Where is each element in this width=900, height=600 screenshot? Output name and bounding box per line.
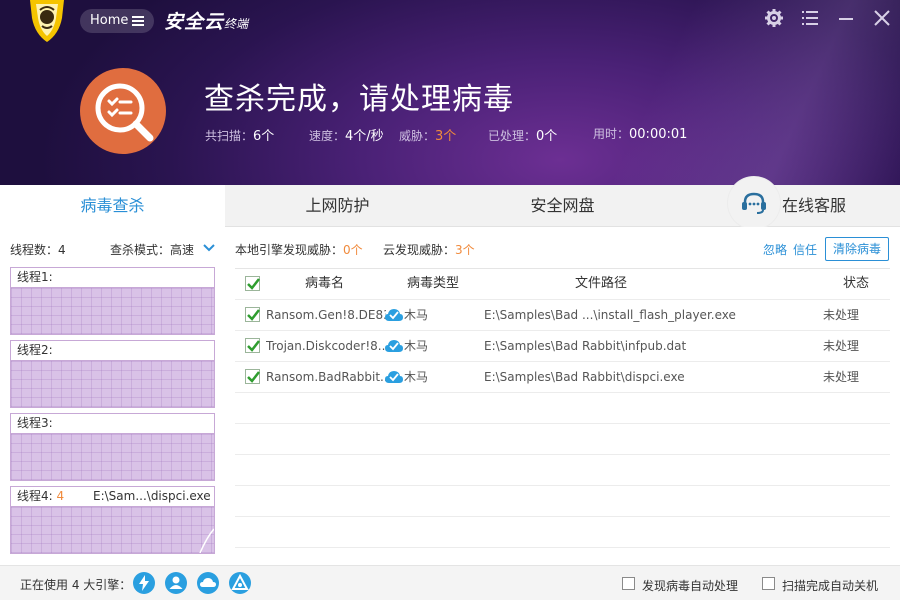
- threads-panel: 线程数：4 查杀模式：高速 线程1: 线程2: 线程3: 线程4: 4 E:\S…: [0, 227, 225, 565]
- gear-icon[interactable]: [764, 8, 786, 28]
- results-panel: 本地引擎发现威胁：0个 云发现威胁：3个 忽略 信任 清除病毒 病毒名 病毒类型…: [225, 227, 900, 565]
- stat-time: 用时：00:00:01: [593, 127, 688, 142]
- thread-graph: [11, 361, 214, 407]
- local-threat-count: 0个: [343, 243, 363, 257]
- tab-cloud-disk[interactable]: 安全网盘: [450, 185, 675, 227]
- virus-status: 未处理: [823, 308, 860, 322]
- thread-graph: [11, 507, 215, 554]
- virus-type: 木马: [404, 339, 429, 353]
- auto-handle-checkbox[interactable]: 发现病毒自动处理: [622, 577, 738, 594]
- thread-label: 线程2:: [11, 341, 214, 361]
- table-row[interactable]: Ransom.BadRabbit... 木马 E:\Samples\Bad Ra…: [235, 362, 890, 393]
- cloud-engine-icon[interactable]: [197, 572, 219, 594]
- header-banner: Home 安全云终端 查杀完成，请处理病毒 共扫描：6个 速度：4个/秒 威胁：…: [0, 0, 900, 185]
- cloud-threat-count: 3个: [455, 243, 475, 257]
- row-checkbox[interactable]: [245, 369, 260, 384]
- empty-row: [235, 393, 890, 424]
- thread-label: 线程1:: [11, 268, 214, 288]
- virus-name: Ransom.Gen!8.DE83: [266, 308, 386, 322]
- thread-count-label: 线程数：: [10, 243, 59, 257]
- thread-count: 4: [58, 243, 66, 257]
- table-row[interactable]: Trojan.Diskcoder!8... 木马 E:\Samples\Bad …: [235, 331, 890, 362]
- tab-virus-scan[interactable]: 病毒查杀: [0, 185, 225, 227]
- col-name: 病毒名: [305, 276, 345, 291]
- table-header: 病毒名 病毒类型 文件路径 状态: [235, 269, 890, 300]
- status-bar: 正在使用 4 大引擎： 发现病毒自动处理 扫描完成自动关机: [0, 565, 900, 600]
- virus-table: 病毒名 病毒类型 文件路径 状态 Ransom.Gen!8.DE83 木马 E:…: [235, 268, 890, 554]
- cloud-check-icon: [385, 371, 403, 383]
- thread-4-monitor: 线程4: 4 E:\Sam...\dispci.exe: [10, 486, 215, 554]
- virus-name: Ransom.BadRabbit...: [266, 370, 386, 384]
- chevron-down-icon[interactable]: [202, 242, 216, 254]
- thread-label: 线程3:: [11, 414, 214, 434]
- thread-2-monitor: 线程2:: [10, 340, 215, 408]
- row-checkbox[interactable]: [245, 338, 260, 353]
- user-engine-icon[interactable]: [165, 572, 187, 594]
- thread-summary: 线程数：4 查杀模式：高速: [10, 241, 220, 258]
- col-type: 病毒类型: [407, 276, 460, 291]
- empty-row: [235, 455, 890, 486]
- checkbox-box: [762, 577, 775, 590]
- page-title: 查杀完成，请处理病毒: [204, 82, 514, 117]
- scan-mode-select[interactable]: 查杀模式：高速: [110, 241, 194, 258]
- cloud-check-icon: [385, 309, 403, 321]
- empty-row: [235, 486, 890, 517]
- thread-activity-line: [199, 528, 215, 554]
- stat-speed: 速度：4个/秒: [309, 129, 384, 144]
- col-status: 状态: [843, 276, 870, 291]
- virus-status: 未处理: [823, 339, 860, 353]
- threat-summary: 本地引擎发现威胁：0个 云发现威胁：3个: [235, 243, 475, 257]
- main-tabs: 病毒查杀 上网防护 安全网盘 在线客服: [0, 177, 900, 229]
- col-path: 文件路径: [575, 276, 628, 291]
- menu-icon[interactable]: [800, 8, 822, 28]
- thread-label: 线程4:: [17, 489, 53, 503]
- virus-name: Trojan.Diskcoder!8...: [266, 339, 386, 353]
- scan-result-icon: [80, 68, 166, 154]
- triangle-engine-icon[interactable]: [229, 572, 251, 594]
- clean-virus-button[interactable]: 清除病毒: [825, 237, 889, 261]
- minimize-icon[interactable]: [836, 8, 858, 28]
- table-row[interactable]: Ransom.Gen!8.DE83 木马 E:\Samples\Bad ...\…: [235, 300, 890, 331]
- lion-logo-icon: [30, 0, 64, 42]
- close-icon[interactable]: [872, 8, 894, 28]
- cloud-check-icon: [385, 340, 403, 352]
- empty-row: [235, 517, 890, 548]
- thread-graph: [11, 434, 214, 480]
- headset-icon[interactable]: [728, 177, 780, 229]
- thread-file-count: 4: [56, 489, 65, 503]
- home-label: Home: [90, 13, 129, 28]
- virus-status: 未处理: [823, 370, 860, 384]
- file-path: E:\Samples\Bad ...\install_flash_player.…: [484, 308, 736, 322]
- thread-3-monitor: 线程3:: [10, 413, 215, 481]
- checkbox-box: [622, 577, 635, 590]
- tab-online-support[interactable]: 在线客服: [782, 185, 854, 227]
- engines-label: 正在使用 4 大引擎：: [20, 578, 132, 592]
- stat-scanned: 共扫描：6个: [205, 129, 275, 144]
- thread-graph: [11, 288, 214, 334]
- brand-title: 安全云终端: [164, 11, 249, 33]
- hamburger-icon: [132, 16, 144, 26]
- file-path: E:\Samples\Bad Rabbit\infpub.dat: [484, 339, 687, 353]
- virus-type: 木马: [404, 308, 429, 322]
- lightning-engine-icon[interactable]: [133, 572, 155, 594]
- thread-current-file: E:\Sam...\dispci.exe: [93, 489, 211, 503]
- home-button[interactable]: Home: [80, 9, 154, 33]
- empty-row: [235, 424, 890, 455]
- select-all-checkbox[interactable]: [245, 276, 260, 291]
- ignore-link[interactable]: 忽略: [763, 241, 787, 258]
- file-path: E:\Samples\Bad Rabbit\dispci.exe: [484, 370, 685, 384]
- trust-link[interactable]: 信任: [793, 241, 817, 258]
- virus-type: 木马: [404, 370, 429, 384]
- thread-1-monitor: 线程1:: [10, 267, 215, 335]
- stat-handled: 已处理：0个: [488, 129, 558, 144]
- stat-threats: 威胁：3个: [399, 129, 457, 144]
- row-checkbox[interactable]: [245, 307, 260, 322]
- auto-shutdown-checkbox[interactable]: 扫描完成自动关机: [762, 577, 878, 594]
- tab-web-protection[interactable]: 上网防护: [225, 185, 450, 227]
